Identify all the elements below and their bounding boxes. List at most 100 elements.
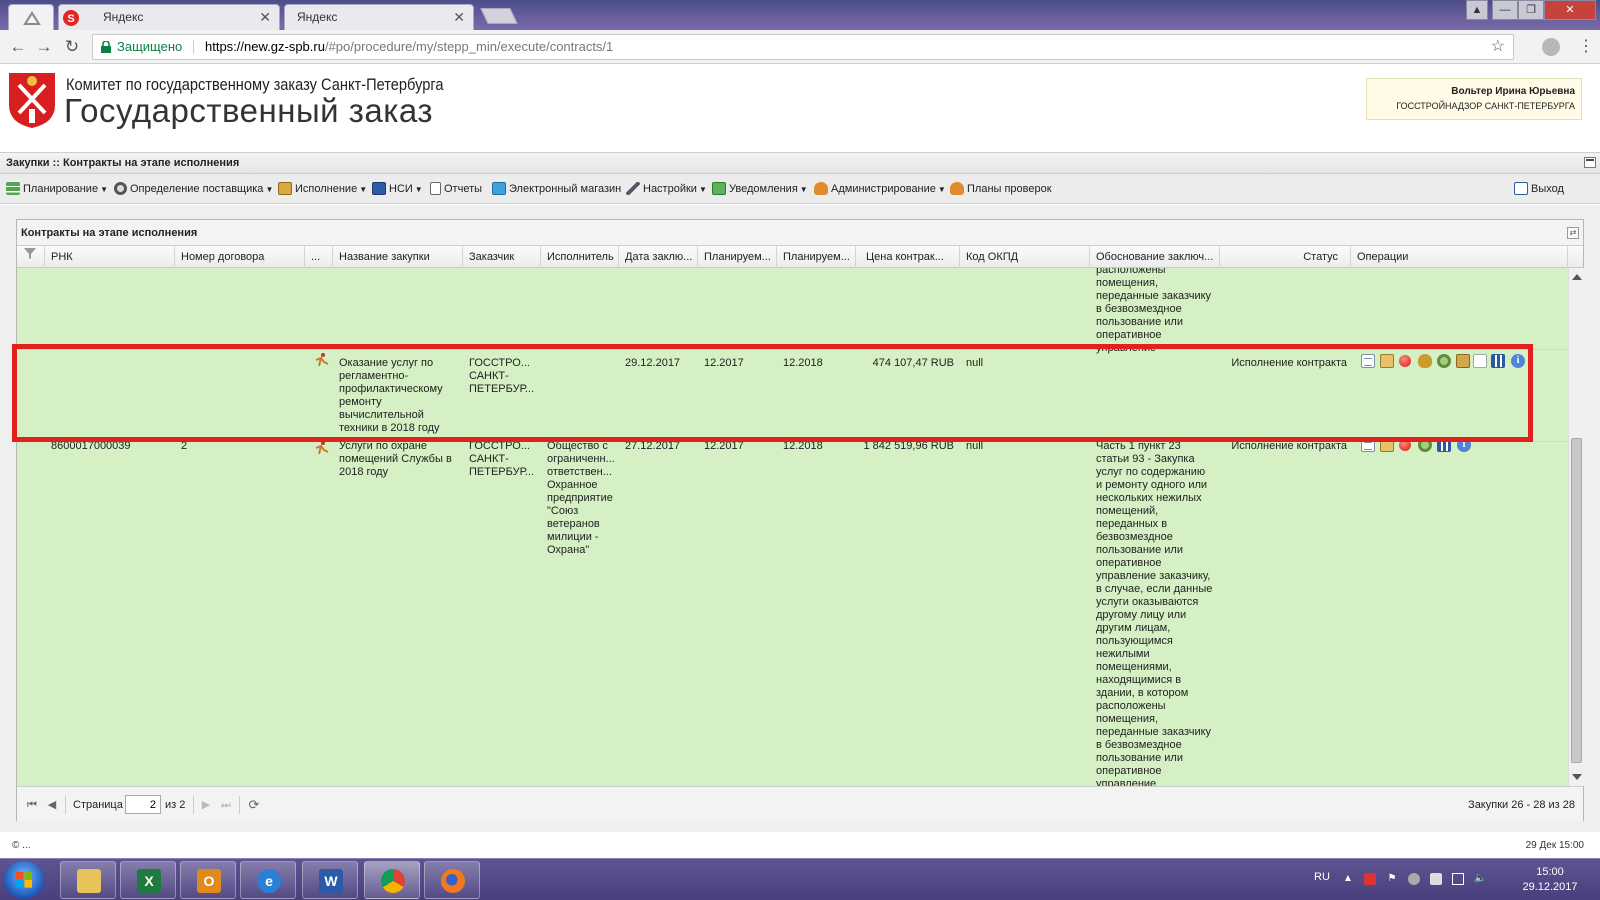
spb-coat-of-arms-logo[interactable]	[7, 71, 57, 129]
col-purchase-name[interactable]: Название закупки	[333, 246, 463, 268]
reload-icon[interactable]: ↻	[62, 37, 82, 57]
menu-administration[interactable]: Администрирование ▼	[814, 180, 946, 198]
profile-button[interactable]: ▲	[1466, 0, 1488, 20]
info-icon[interactable]: i	[1511, 354, 1525, 368]
col-contract-number[interactable]: Номер договора	[175, 246, 305, 268]
taskbar-firefox[interactable]	[424, 861, 480, 899]
report-chart-icon[interactable]	[1437, 438, 1451, 452]
terminate-icon[interactable]	[1399, 439, 1411, 451]
menu-reports[interactable]: Отчеты	[430, 180, 482, 198]
extension-icon[interactable]	[1542, 38, 1560, 56]
cell-basis: расположены помещения, переданные заказч…	[1096, 268, 1212, 354]
col-rnk[interactable]: РНК	[45, 246, 175, 268]
col-planned-end[interactable]: Планируем...	[777, 246, 856, 268]
forward-icon[interactable]: →	[34, 37, 54, 57]
close-window-button[interactable]: ✕	[1544, 0, 1596, 20]
menu-label: НСИ	[389, 183, 413, 195]
volume-icon[interactable]: 🔈	[1474, 873, 1486, 885]
system-clock[interactable]: 15:00 29.12.2017	[1508, 865, 1592, 895]
filter-icon[interactable]	[17, 246, 45, 268]
browser-tab-2[interactable]: Яндекс ✕	[284, 4, 474, 30]
action-center-icon[interactable]	[1364, 873, 1376, 885]
network-icon[interactable]	[1452, 873, 1464, 885]
cell-purchase-name: Оказание услуг по регламентно-профилакти…	[339, 357, 443, 434]
menu-settings[interactable]: Настройки ▼	[626, 180, 707, 198]
taskbar-excel[interactable]: X	[120, 861, 176, 899]
taskbar-explorer[interactable]	[60, 861, 116, 899]
col-conclusion-date[interactable]: Дата заклю...	[619, 246, 698, 268]
taskbar-word[interactable]: W	[302, 861, 358, 899]
pinned-tab[interactable]	[8, 4, 54, 30]
scroll-thumb[interactable]	[1571, 438, 1582, 763]
maximize-button[interactable]: ❐	[1518, 0, 1544, 20]
taskbar-chrome[interactable]	[364, 861, 420, 899]
col-operations[interactable]: Операции	[1351, 246, 1568, 268]
col-okpd[interactable]: Код ОКПД	[960, 246, 1090, 268]
flag-icon[interactable]: ⚑	[1386, 873, 1398, 885]
menu-e-shop[interactable]: Электронный магазин	[492, 180, 621, 198]
bookmark-star-icon[interactable]: ☆	[1491, 35, 1505, 59]
document-icon[interactable]	[1361, 438, 1375, 452]
emblem-icon[interactable]	[1418, 354, 1432, 368]
vertical-scrollbar[interactable]	[1568, 268, 1584, 786]
url-text[interactable]: https://new.gz-spb.ru/#po/procedure/my/s…	[205, 35, 613, 59]
table-row[interactable]: расположены помещения, переданные заказч…	[17, 268, 1568, 354]
address-bar[interactable]: Защищено https://new.gz-spb.ru/#po/proce…	[92, 34, 1514, 60]
back-icon[interactable]: ←	[8, 37, 28, 57]
payment-icon[interactable]	[1380, 354, 1394, 368]
user-info-box[interactable]: Вольтер Ирина Юрьевна ГОССТРОЙНАДЗОР САН…	[1366, 78, 1582, 120]
col-customer[interactable]: Заказчик	[463, 246, 541, 268]
last-page-icon[interactable]: ⏭	[219, 798, 233, 812]
register-icon[interactable]	[1456, 354, 1470, 368]
col-price[interactable]: Цена контрак...	[856, 246, 960, 268]
page-icon[interactable]	[1473, 354, 1487, 368]
menu-nsi[interactable]: НСИ ▼	[372, 180, 423, 198]
grid-refresh-tool-icon[interactable]: ⇄	[1567, 227, 1579, 239]
table-row[interactable]: 8600017000039 2 Услуги по охране помещен…	[17, 438, 1568, 786]
menu-notifications[interactable]: Уведомления ▼	[712, 180, 808, 198]
page-number-input[interactable]	[125, 795, 161, 814]
taskbar-outlook[interactable]: O	[180, 861, 236, 899]
menu-planning[interactable]: Планирование ▼	[6, 180, 108, 198]
col-extra[interactable]: ...	[305, 246, 333, 268]
show-hidden-icons-icon[interactable]: ▲	[1342, 873, 1354, 885]
browser-tab-1[interactable]: S Яндекс ✕	[58, 4, 280, 30]
start-button[interactable]	[4, 861, 44, 899]
browser-menu-icon[interactable]: ⋮	[1578, 37, 1594, 57]
col-status[interactable]: Статус	[1220, 246, 1351, 268]
cell-status: Исполнение контракта	[1231, 440, 1347, 452]
taskbar-ie[interactable]: e	[240, 861, 296, 899]
col-planned-start[interactable]: Планируем...	[698, 246, 777, 268]
scroll-up-icon[interactable]	[1572, 274, 1582, 280]
close-tab-icon[interactable]: ✕	[453, 5, 465, 30]
next-page-icon[interactable]: ▶	[199, 798, 213, 812]
report-chart-icon[interactable]	[1491, 354, 1505, 368]
payment-icon[interactable]	[1380, 438, 1394, 452]
language-indicator[interactable]: RU	[1314, 871, 1330, 883]
cell-okpd: null	[966, 440, 984, 452]
settings-gear-icon[interactable]	[1418, 438, 1432, 452]
minimize-button[interactable]: —	[1492, 0, 1518, 20]
menu-inspection-plans[interactable]: Планы проверок	[950, 180, 1052, 198]
settings-gear-icon[interactable]	[1437, 354, 1451, 368]
update-icon[interactable]	[1408, 873, 1420, 885]
menu-execution[interactable]: Исполнение ▼	[278, 180, 367, 198]
info-icon[interactable]: i	[1457, 438, 1471, 452]
new-tab-button[interactable]	[480, 8, 518, 24]
scroll-down-icon[interactable]	[1572, 774, 1582, 780]
table-row[interactable]: Оказание услуг по регламентно-профилакти…	[17, 350, 1568, 442]
menu-supplier-definition[interactable]: Определение поставщика ▼	[114, 180, 273, 198]
col-executor[interactable]: Исполнитель	[541, 246, 619, 268]
device-icon[interactable]	[1430, 873, 1442, 885]
logout-button[interactable]: Выход	[1514, 180, 1564, 198]
running-man-icon[interactable]	[313, 440, 329, 456]
document-icon[interactable]	[1361, 354, 1375, 368]
running-man-icon[interactable]	[313, 352, 329, 368]
first-page-icon[interactable]: ⏮	[25, 798, 39, 812]
close-tab-icon[interactable]: ✕	[259, 5, 271, 30]
prev-page-icon[interactable]: ◀	[45, 798, 59, 812]
terminate-icon[interactable]	[1399, 355, 1411, 367]
col-basis[interactable]: Обоснование заключ...	[1090, 246, 1220, 268]
collapse-panel-button[interactable]	[1584, 157, 1596, 168]
refresh-icon[interactable]: ⟳	[247, 798, 261, 812]
